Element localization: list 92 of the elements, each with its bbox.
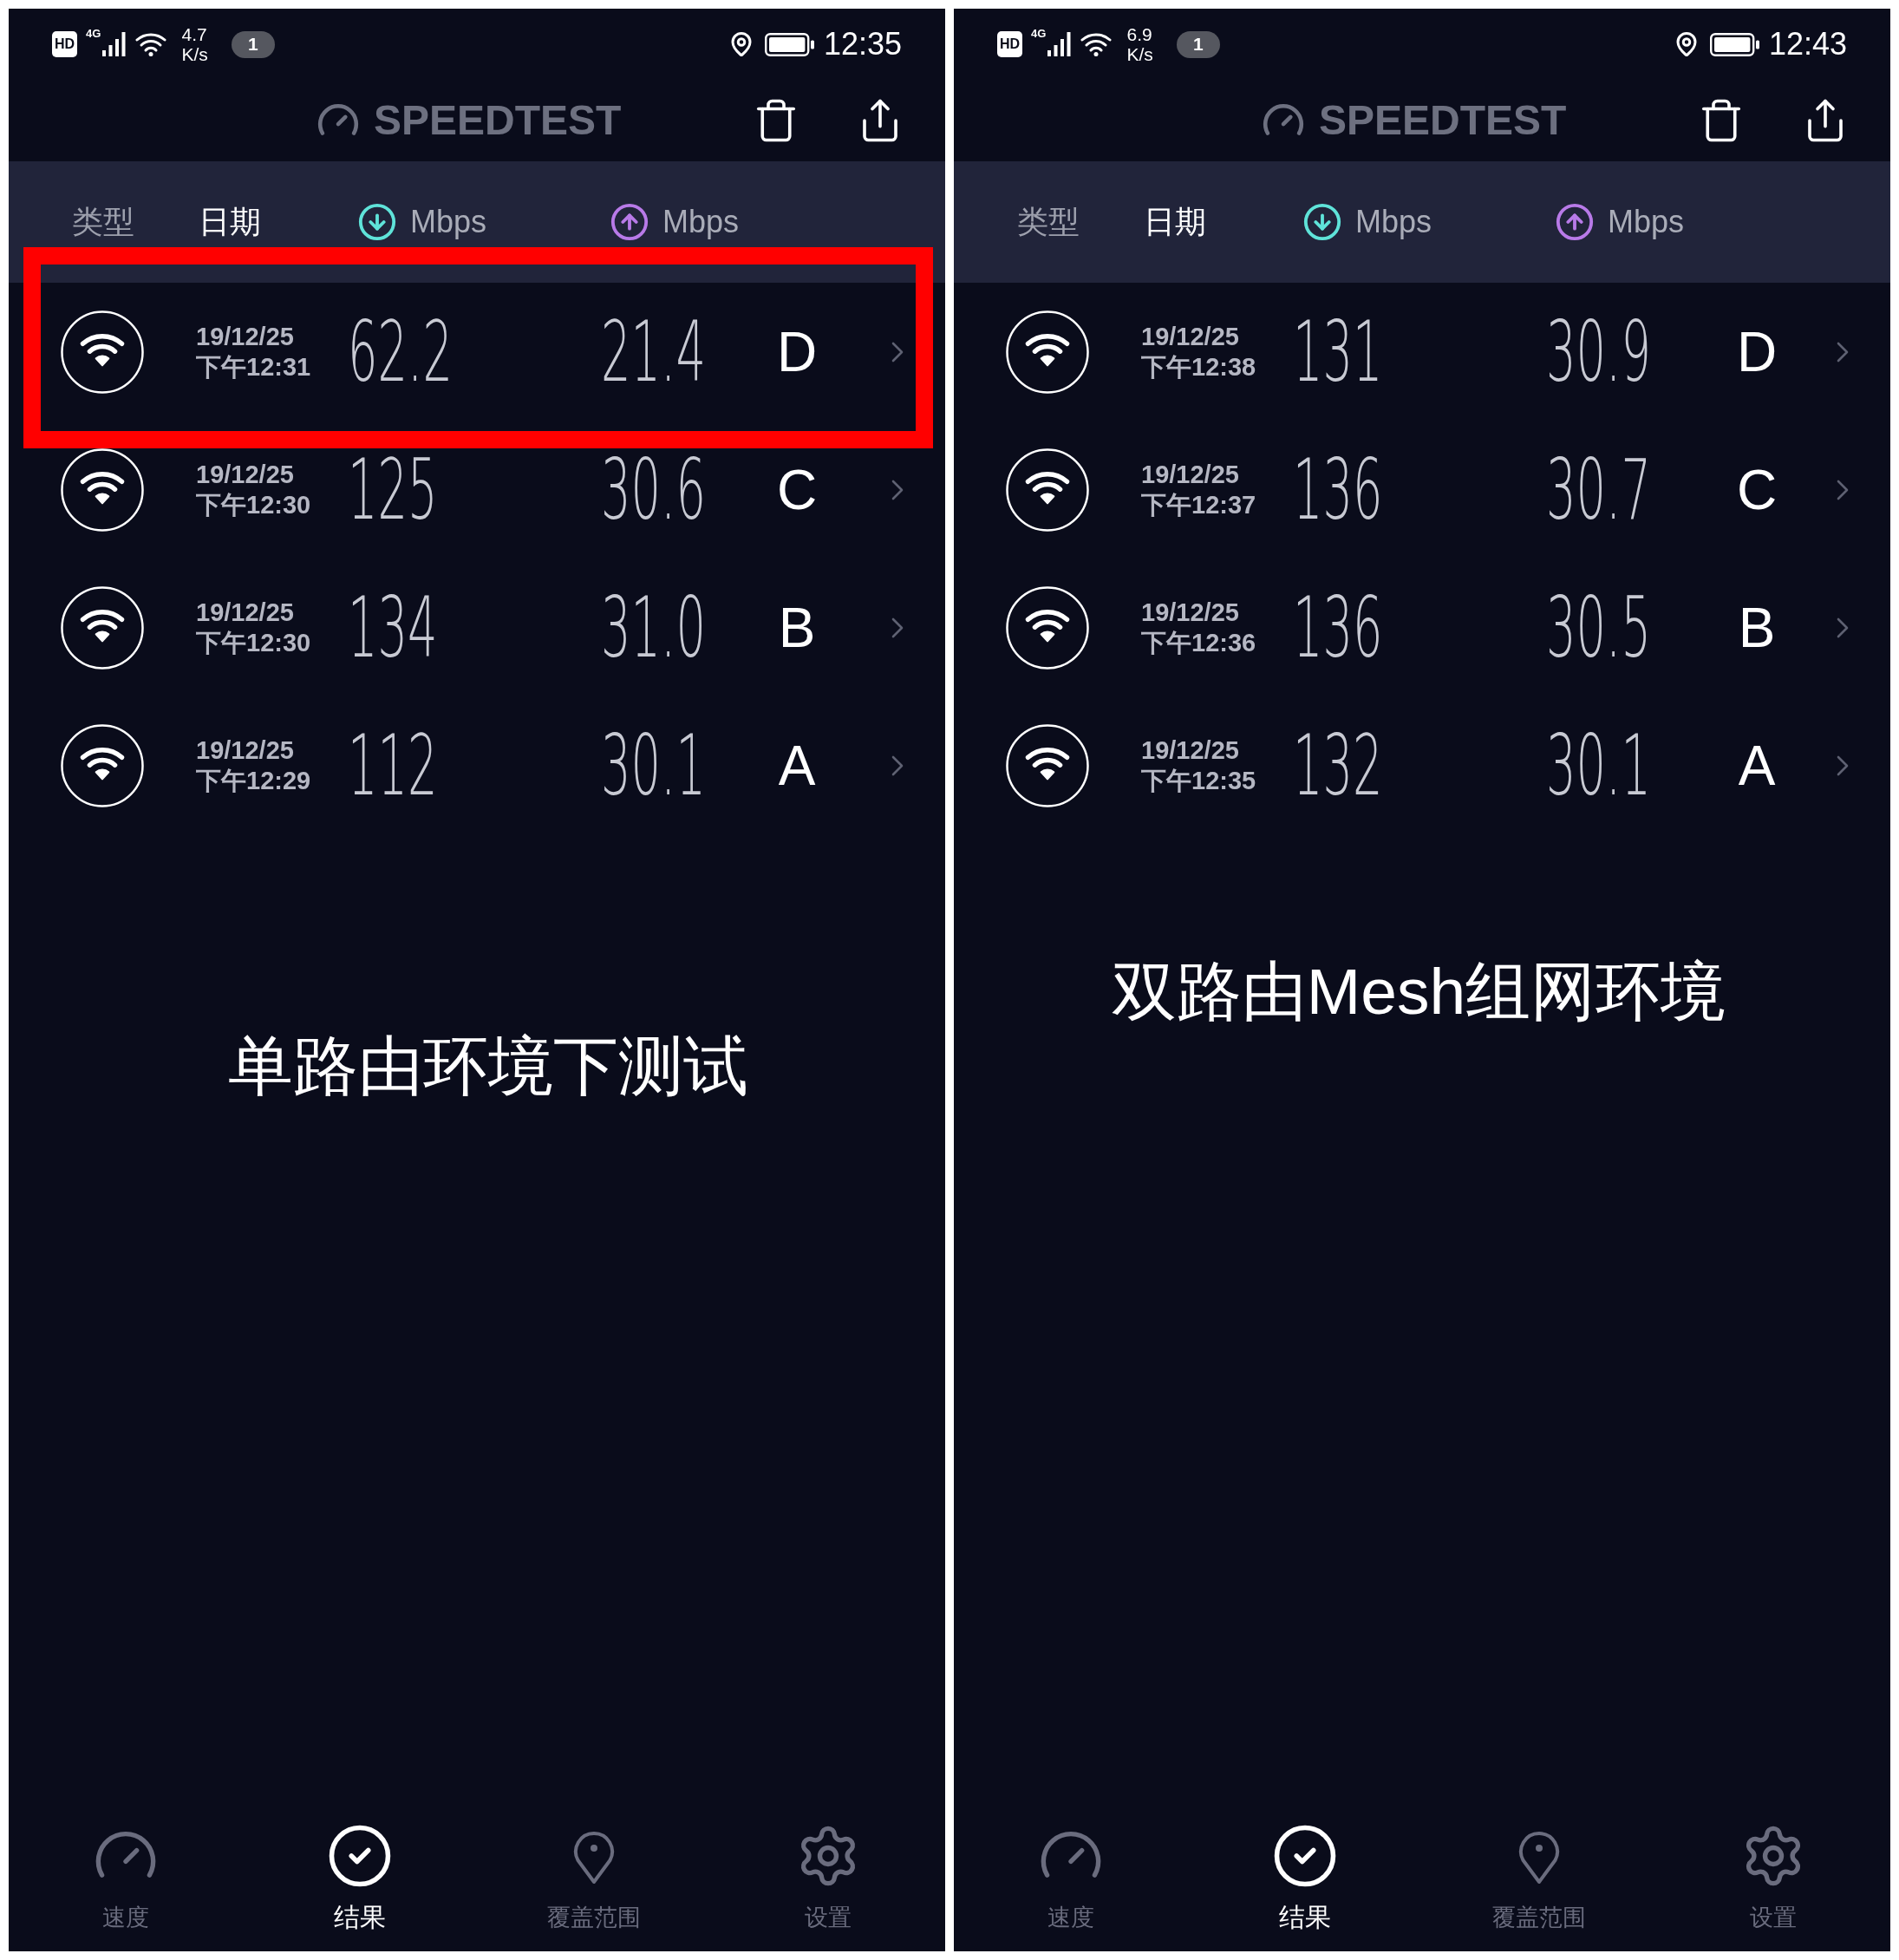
download-speed: 136 [1293,585,1383,670]
download-speed: 125 [348,448,438,532]
nav-tab[interactable]: 设置 [795,1821,861,1932]
upload-speed: 30.1 [1546,723,1651,807]
test-time: 下午12:35 [1141,765,1257,796]
battery-icon [1709,32,1759,56]
caption-text: 双路由Mesh组网环境 [1111,954,1726,1029]
chevron-right-icon [891,479,904,500]
download-column-header[interactable]: Mbps [1302,202,1432,242]
date-column-header[interactable]: 日期 [1144,206,1206,238]
nav-tab[interactable]: 覆盖范围 [547,1821,641,1932]
nav-tab[interactable]: 结果 [326,1821,394,1932]
upload-speed: 21.4 [601,310,706,394]
download-speed: 62.2 [348,310,453,394]
upload-speed: 30.5 [1546,585,1651,670]
speed-unit: K/s [181,44,208,64]
nav-tab[interactable]: 速度 [1038,1821,1104,1932]
chevron-right-icon [891,755,904,776]
notification-badge: 1 [1176,30,1220,58]
app-logo-text: SPEEDTEST [1319,100,1567,141]
network-speed: 4.7 [181,24,208,44]
test-date: 19/12/25 [196,735,295,766]
wifi-icon [1006,585,1089,670]
test-date: 19/12/25 [1141,597,1240,628]
test-label: C [776,461,818,518]
upload-column-header[interactable]: Mbps [1555,202,1685,242]
network-type: 4G [1031,28,1047,39]
download-speed: 131 [1293,310,1383,394]
caption-text: 单路由环境下测试 [228,1029,748,1104]
upload-speed: 30.6 [601,448,706,532]
test-label: D [1736,323,1778,380]
clock-time: 12:35 [823,29,902,60]
upload-speed: 30.9 [1546,310,1651,394]
upload-speed: 30.7 [1546,448,1651,532]
wifi-icon [61,310,144,394]
download-speed: 136 [1293,448,1383,532]
speed-unit: K/s [1126,44,1153,64]
wifi-icon [61,585,144,670]
date-column-header[interactable]: 日期 [199,206,261,238]
test-date: 19/12/25 [1141,735,1240,766]
test-time: 下午12:36 [1141,627,1257,658]
download-column-header[interactable]: Mbps [357,202,487,242]
test-label: B [1738,599,1776,656]
test-time: 下午12:38 [1141,351,1257,382]
nav-tab[interactable]: 设置 [1740,1821,1806,1932]
upload-speed: 30.1 [601,723,706,807]
nav-tab[interactable]: 结果 [1271,1821,1339,1932]
test-label: A [1738,737,1776,794]
chevron-right-icon [891,617,904,638]
chevron-right-icon [891,341,904,363]
signal-icon [102,32,127,56]
test-date: 19/12/25 [196,321,295,352]
chevron-right-icon [1837,341,1849,363]
notification-badge: 1 [231,30,275,58]
test-time: 下午12:30 [196,489,312,520]
wifi-icon [1006,310,1089,394]
chevron-right-icon [1837,755,1849,776]
test-label: A [778,737,816,794]
test-date: 19/12/25 [1141,321,1240,352]
download-speed: 134 [348,585,438,670]
nav-tab[interactable]: 速度 [93,1821,159,1932]
wifi-icon [61,723,144,807]
test-label: B [778,599,816,656]
test-time: 下午12:37 [1141,489,1257,520]
nav-tab[interactable]: 覆盖范围 [1492,1821,1586,1932]
battery-icon [764,32,814,56]
upload-column-header[interactable]: Mbps [610,202,740,242]
test-time: 下午12:30 [196,627,312,658]
signal-icon [1047,32,1072,56]
app-logo-text: SPEEDTEST [374,100,622,141]
download-speed: 132 [1293,723,1383,807]
chevron-right-icon [1837,617,1849,638]
type-column-header[interactable]: 类型 [1017,206,1080,238]
hd-indicator: HD [997,31,1023,57]
wifi-icon [1006,448,1089,532]
type-column-header[interactable]: 类型 [72,206,134,238]
test-date: 19/12/25 [196,597,295,628]
upload-speed: 31.0 [601,585,706,670]
wifi-icon [1006,723,1089,807]
test-label: D [776,323,818,380]
wifi-icon [61,448,144,532]
test-time: 下午12:31 [196,351,312,382]
network-type: 4G [86,28,101,39]
test-label: C [1736,461,1778,518]
network-speed: 6.9 [1126,24,1153,44]
clock-time: 12:43 [1768,29,1847,60]
test-date: 19/12/25 [196,459,295,490]
chevron-right-icon [1837,479,1849,500]
test-date: 19/12/25 [1141,459,1240,490]
hd-indicator: HD [52,31,78,57]
download-speed: 112 [348,723,438,807]
test-time: 下午12:29 [196,765,312,796]
